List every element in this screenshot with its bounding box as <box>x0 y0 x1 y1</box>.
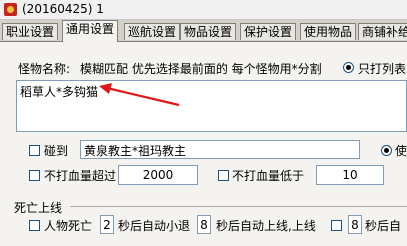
relog-extra-checkbox[interactable] <box>331 220 342 231</box>
monster-name-label: 怪物名称: <box>18 62 71 76</box>
touch-monsters-input[interactable]: 黄泉教主*祖玛教主 <box>80 140 360 159</box>
only-list-label: 只打列表 <box>358 62 407 76</box>
extra-suffix-label: 秒后自 <box>365 219 402 233</box>
arrow-shaft <box>106 86 180 107</box>
hp-above-input[interactable]: 2000 <box>118 165 198 185</box>
monster-match-hint: 模糊匹配 优先选择最前面的 每个怪物用*分割 <box>80 62 322 76</box>
death-section-label: 死亡上线 <box>14 201 63 215</box>
hp-above-checkbox[interactable] <box>29 170 40 181</box>
app-icon <box>4 3 17 16</box>
touch-label: 碰到 <box>44 144 69 158</box>
tab-cruise-settings[interactable]: 巡航设置 <box>124 23 181 40</box>
touch-checkbox[interactable] <box>29 145 40 156</box>
tab-use-items[interactable]: 使用物品 <box>300 23 357 40</box>
window-title: (20160425) 1 <box>22 2 104 16</box>
monster-list-text: 稻草人*多钩猫 <box>20 85 99 99</box>
tab-job-settings[interactable]: 职业设置 <box>2 23 59 40</box>
tab-item-settings[interactable]: 物品设置 <box>180 23 237 40</box>
hp-below-input[interactable]: 10 <box>316 165 384 185</box>
tab-general-settings[interactable]: 通用设置 <box>62 20 119 42</box>
hp-below-label: 不打血量低于 <box>232 169 305 183</box>
tab-shop-supply[interactable]: 商铺补给 <box>358 23 407 40</box>
tab-protection-settings[interactable]: 保护设置 <box>240 23 297 40</box>
hp-above-label: 不打血量超过 <box>44 169 117 183</box>
hp-below-checkbox[interactable] <box>218 170 229 181</box>
death-suffix-label: 秒后自动小退 <box>118 219 191 233</box>
death-seconds-input[interactable]: 2 <box>100 215 114 234</box>
arrow-annotation <box>99 83 180 107</box>
relog-suffix-label: 秒后自动上线,上线 <box>216 219 316 233</box>
extra-seconds-input[interactable]: 8 <box>348 215 362 234</box>
touch-radio-label: 使 <box>395 144 407 158</box>
arrow-head <box>99 83 112 94</box>
relog-seconds-input[interactable]: 8 <box>197 215 211 234</box>
death-section-divider <box>70 206 407 207</box>
monster-list-textarea[interactable]: 稻草人*多钩猫 <box>16 80 407 132</box>
death-checkbox[interactable] <box>29 220 40 231</box>
only-list-radio[interactable] <box>343 62 354 73</box>
touch-radio[interactable] <box>381 145 392 156</box>
death-label: 人物死亡 <box>44 219 93 233</box>
